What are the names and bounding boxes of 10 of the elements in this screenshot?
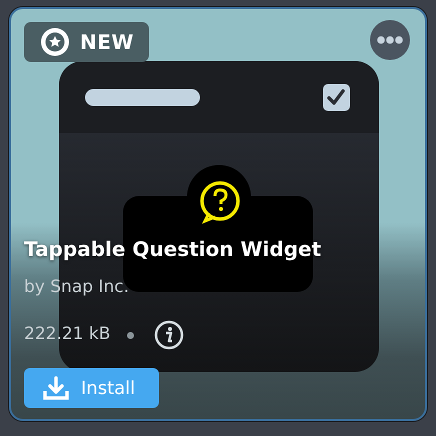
more-options-button[interactable] — [370, 20, 410, 60]
file-size: 222.21 kB — [24, 323, 110, 346]
install-button[interactable]: Install — [24, 368, 160, 408]
author-text: by Snap Inc. — [24, 276, 129, 298]
star-badge-icon — [39, 26, 71, 58]
info-icon[interactable] — [154, 320, 184, 350]
badge-label: NEW — [80, 29, 134, 56]
download-icon — [43, 376, 69, 400]
separator-dot-icon — [127, 332, 134, 338]
ellipsis-icon — [377, 36, 403, 44]
